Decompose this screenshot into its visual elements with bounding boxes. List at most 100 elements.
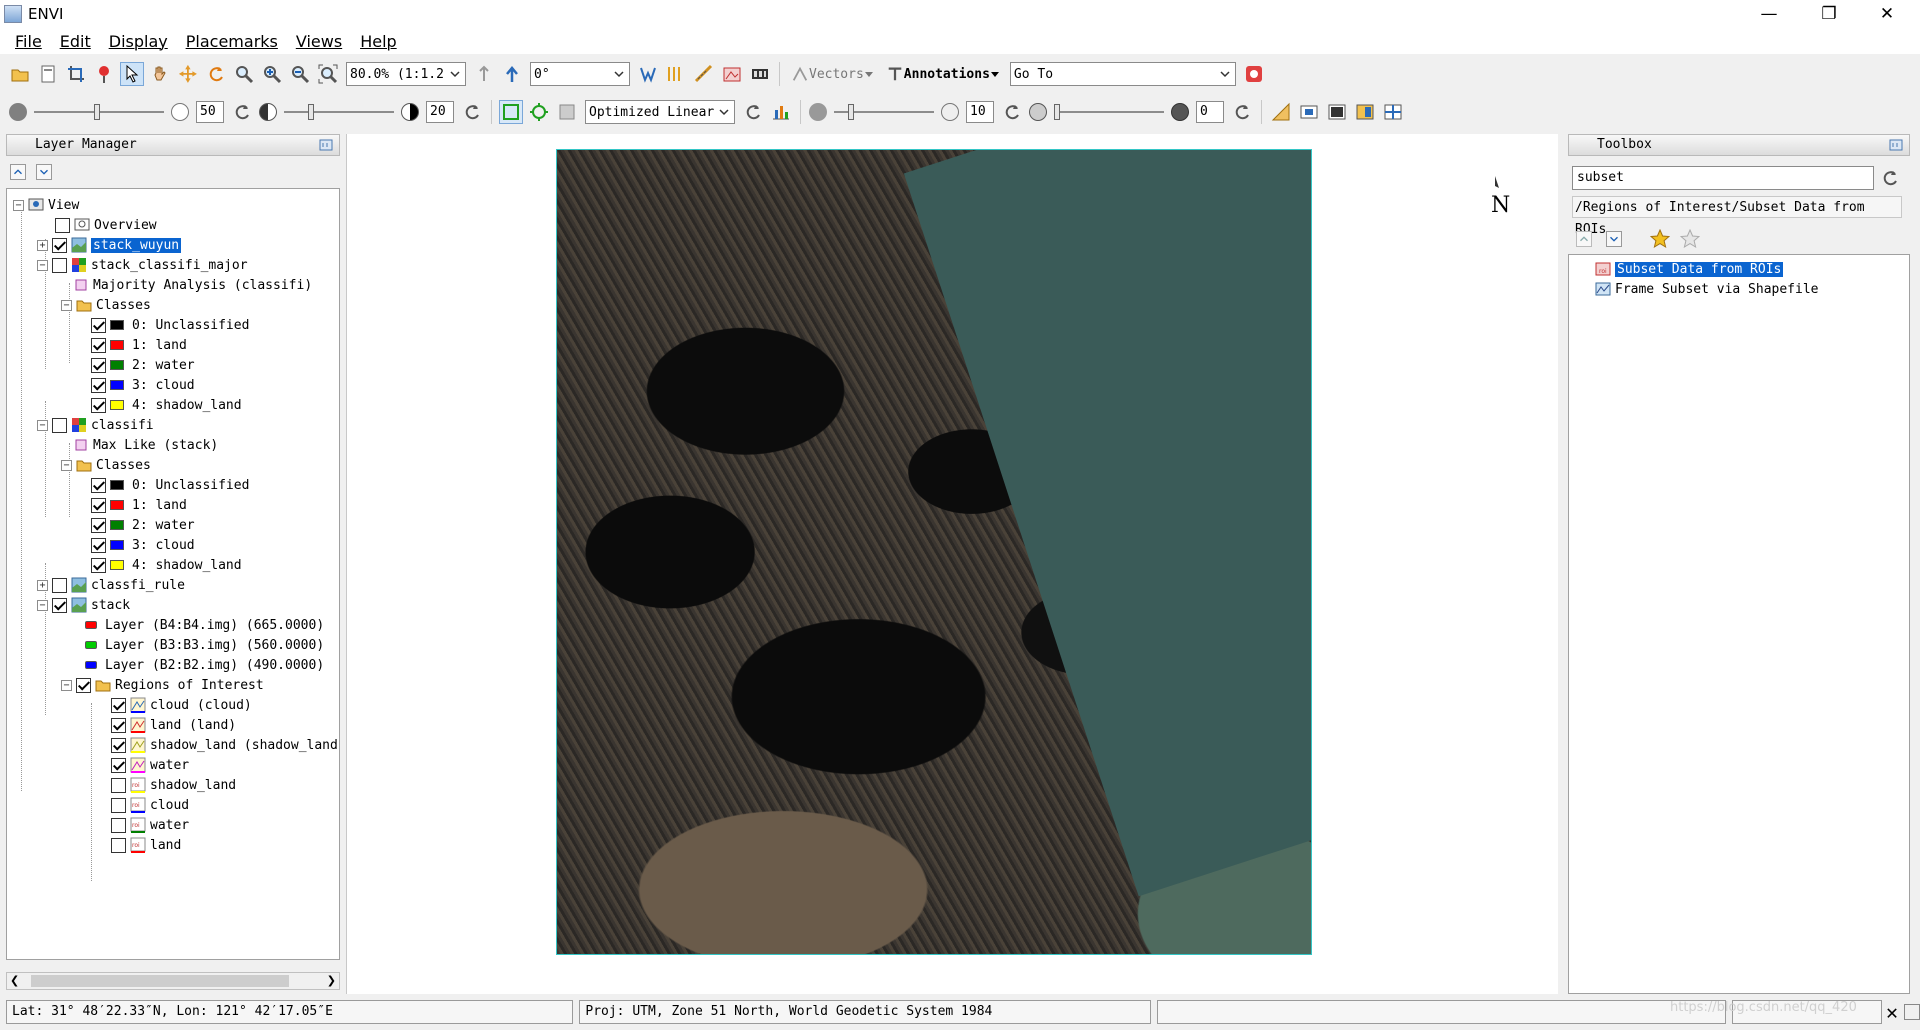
scroll-left-arrow-icon[interactable]: ❮ [10,974,19,987]
expand-all-icon[interactable] [1606,231,1622,247]
class-checkbox[interactable] [91,337,106,353]
tree-node-classes[interactable]: − Classes [61,455,151,475]
view-swipe-icon[interactable] [1353,100,1377,124]
menu-placemarks[interactable]: Placemarks [177,32,287,51]
reset-refresh-icon[interactable] [1000,100,1024,124]
stretch-combo[interactable]: Optimized Linear [585,100,735,124]
cancel-process-icon[interactable]: ✕ [1886,1000,1898,1024]
class-checkbox[interactable] [91,517,106,533]
roi-checkbox[interactable] [111,697,126,713]
tree-node-class[interactable]: 3: cloud [91,535,195,555]
menu-views[interactable]: Views [287,32,351,51]
collapse-all-icon[interactable] [1576,231,1592,247]
tree-node-class[interactable]: 1: land [91,495,187,515]
view-single-icon[interactable] [1325,100,1349,124]
roi-tool-icon[interactable] [720,62,744,86]
tree-node-band[interactable]: Layer (B3:B3.img) (560.0000) [85,635,324,655]
measure-icon[interactable] [692,62,716,86]
close-button[interactable]: ✕ [1858,0,1916,28]
tree-node-regions-of-interest[interactable]: − Regions of Interest [61,675,264,695]
tree-node-class[interactable]: 4: shadow_land [91,395,242,415]
tree-node-roi[interactable]: water [111,755,189,775]
tree-node-roi[interactable]: roi water [111,815,189,835]
ruler-icon[interactable] [1269,100,1293,124]
collapse-toggle[interactable]: − [37,259,48,271]
pin-icon[interactable] [1889,138,1903,152]
class-checkbox[interactable] [91,377,106,393]
transparency-slider[interactable] [1054,100,1164,124]
class-checkbox[interactable] [91,317,106,333]
stretch-dynamic-icon[interactable] [527,100,551,124]
fly-icon[interactable] [176,62,200,86]
roi-checkbox[interactable] [111,817,126,833]
zoom-full-extent-icon[interactable] [316,62,340,86]
class-checkbox[interactable] [91,477,106,493]
expand-toggle[interactable]: + [37,239,48,251]
layer-visibility-checkbox[interactable] [52,577,67,593]
tree-node-classifi[interactable]: − classifi [37,415,154,435]
tree-node-roi[interactable]: shadow_land (shadow_land) [111,735,339,755]
tree-node-roi[interactable]: cloud (cloud) [111,695,252,715]
reset-refresh-icon[interactable] [1230,100,1254,124]
collapse-all-icon[interactable] [10,164,26,180]
collapse-toggle[interactable]: − [13,199,24,211]
rotate-up-icon[interactable] [500,62,524,86]
roi-checkbox[interactable] [111,737,126,753]
class-checkbox[interactable] [91,397,106,413]
roi-checkbox[interactable] [111,837,126,853]
roi-checkbox[interactable] [111,757,126,773]
reset-refresh-icon[interactable] [741,100,765,124]
zoom-combo[interactable]: 80.0% (1:1.2 [346,62,466,86]
layer-visibility-checkbox[interactable] [76,677,91,693]
tree-node-class[interactable]: 0: Unclassified [91,475,249,495]
data-manager-icon[interactable] [36,62,60,86]
north-arrow-icon[interactable]: N [1487,176,1511,218]
sharpen-slider[interactable] [834,100,934,124]
goto-combo[interactable]: Go To [1009,62,1236,86]
placemark-pin-icon[interactable] [92,62,116,86]
tree-node-view[interactable]: − View [13,195,79,215]
reset-refresh-icon[interactable] [230,100,254,124]
collapse-toggle[interactable]: − [37,419,48,431]
zoom-out-icon[interactable] [288,62,312,86]
stop-icon[interactable] [1242,62,1266,86]
refresh-icon[interactable] [1880,168,1900,188]
spectral-profile-icon[interactable] [664,62,688,86]
pan-hand-icon[interactable] [148,62,172,86]
tree-node-roi[interactable]: roi shadow_land [111,775,236,795]
contrast-slider-thumb[interactable] [308,104,314,120]
tree-node-class[interactable]: 1: land [91,335,187,355]
layer-visibility-checkbox[interactable] [55,217,70,233]
select-cursor-icon[interactable] [120,62,144,86]
annotations-menu[interactable]: Annotations [886,65,1000,83]
film-strip-icon[interactable] [748,62,772,86]
tree-node-roi[interactable]: roi cloud [111,795,189,815]
transparency-slider-thumb[interactable] [1054,104,1060,120]
tree-node-class[interactable]: 2: water [91,515,195,535]
tree-node-roi[interactable]: roi land [111,835,181,855]
transparency-input[interactable]: 0 [1196,101,1224,123]
layer-visibility-checkbox[interactable] [52,597,67,613]
view-grid-icon[interactable] [1381,100,1405,124]
collapse-toggle[interactable]: − [61,459,72,471]
tree-node-band[interactable]: Layer (B2:B2.img) (490.0000) [85,655,324,675]
class-checkbox[interactable] [91,557,106,573]
collapse-toggle[interactable]: − [37,599,48,611]
toolbox-item-subset-data-from-rois[interactable]: roi Subset Data from ROIs [1595,259,1784,279]
tree-node-classfi-rule[interactable]: + classfi_rule [37,575,185,595]
tree-node-class[interactable]: 2: water [91,355,195,375]
open-folder-icon[interactable] [8,62,32,86]
zoom-in-icon[interactable] [260,62,284,86]
tree-node-stack[interactable]: − stack [37,595,130,615]
menu-edit[interactable]: Edit [51,32,100,51]
tree-node-stack-classifi-major[interactable]: − stack_classifi_major [37,255,248,275]
brightness-slider-thumb[interactable] [94,104,100,120]
scroll-right-arrow-icon[interactable]: ❯ [327,974,336,987]
reset-refresh-icon[interactable] [460,100,484,124]
class-checkbox[interactable] [91,357,106,373]
collapse-toggle[interactable]: − [61,299,72,311]
portal-icon[interactable] [1297,100,1321,124]
toolbox-search-input[interactable]: subset [1572,166,1874,190]
layer-visibility-checkbox[interactable] [52,237,67,253]
menu-file[interactable]: File [6,32,51,51]
